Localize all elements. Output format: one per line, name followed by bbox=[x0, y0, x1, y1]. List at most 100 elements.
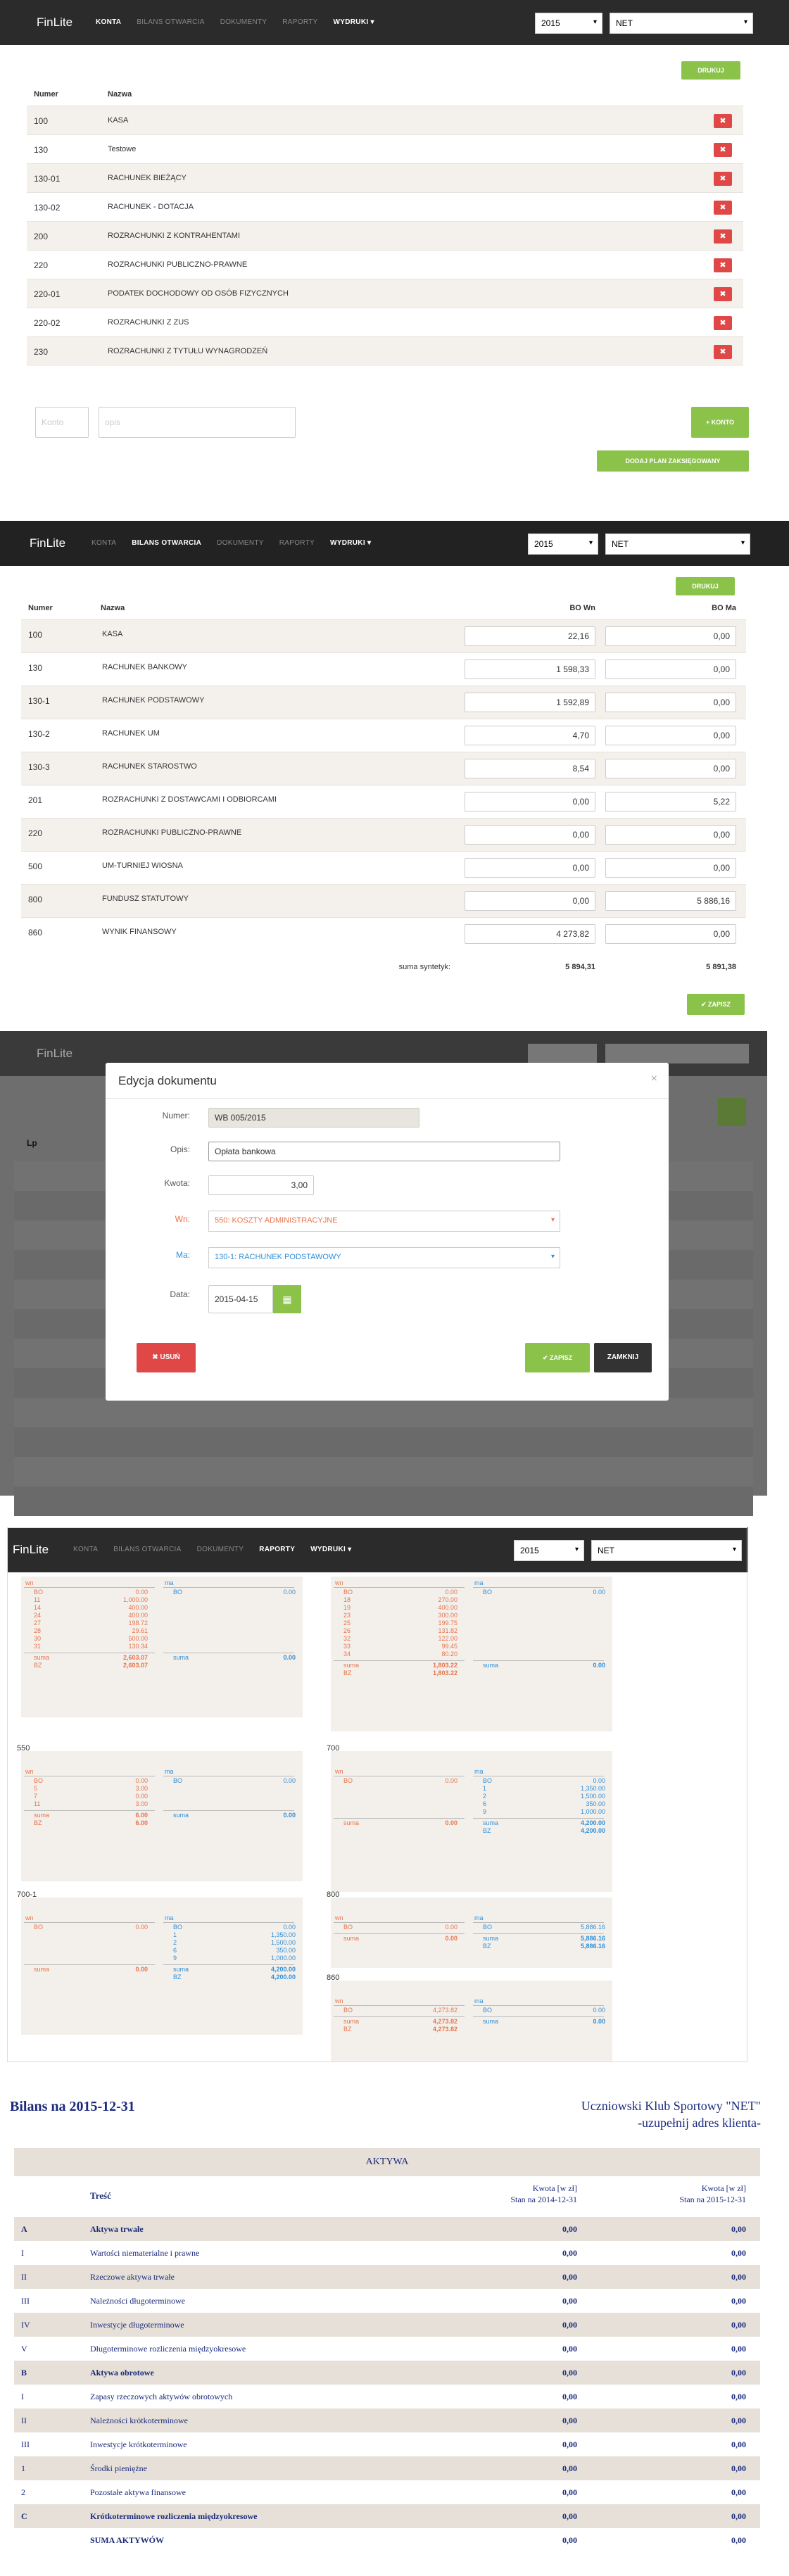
t-sum-line bbox=[334, 1660, 465, 1661]
bo-wn-input[interactable]: 0,00 bbox=[465, 858, 595, 878]
year-select[interactable]: 2015 bbox=[535, 13, 602, 34]
delete-icon[interactable]: ✖ bbox=[714, 201, 732, 215]
nav-raporty[interactable]: RAPORTY bbox=[282, 18, 317, 26]
print-button[interactable]: DRUKUJ bbox=[681, 61, 740, 80]
label-opis: Opis: bbox=[170, 1144, 190, 1154]
save-button-3[interactable]: ✔ ZAPISZ bbox=[525, 1343, 590, 1372]
ma-select[interactable]: 130-1: RACHUNEK PODSTAWOWY bbox=[208, 1247, 560, 1268]
ma-sum-value: 0.00 bbox=[283, 1654, 296, 1661]
wn-sum-label: suma bbox=[343, 1819, 360, 1826]
delete-icon[interactable]: ✖ bbox=[714, 345, 732, 359]
nav-raporty-2[interactable]: RAPORTY bbox=[279, 539, 315, 547]
opis-field[interactable]: Opłata bankowa bbox=[208, 1142, 560, 1161]
bo-wn-input[interactable]: 1 598,33 bbox=[465, 659, 595, 679]
bilans-row-2014: 0,00 bbox=[562, 2344, 577, 2354]
wn-entry-label: BO bbox=[343, 1589, 353, 1596]
delete-icon[interactable]: ✖ bbox=[714, 258, 732, 272]
t-divider bbox=[24, 1587, 155, 1588]
account-name: ROZRACHUNKI PUBLICZNO-PRAWNE bbox=[102, 828, 242, 837]
bilans-title: Bilans na 2015-12-31 bbox=[10, 2099, 135, 2114]
bo-ma-input[interactable]: 0,00 bbox=[605, 858, 736, 878]
delete-icon[interactable]: ✖ bbox=[714, 287, 732, 301]
add-plan-button[interactable]: DODAJ PLAN ZAKSIĘGOWANY bbox=[597, 450, 749, 472]
bo-wn-input[interactable]: 22,16 bbox=[465, 626, 595, 646]
nav-raporty-4[interactable]: RAPORTY bbox=[259, 1546, 295, 1553]
close-button[interactable]: ZAMKNIJ bbox=[594, 1343, 652, 1372]
year-select-4[interactable]: 2015 bbox=[514, 1540, 584, 1561]
bo-wn-input[interactable]: 4,70 bbox=[465, 726, 595, 745]
nav-wydruki-2[interactable]: WYDRUKI ▾ bbox=[330, 539, 371, 547]
nav-wydruki[interactable]: WYDRUKI ▾ bbox=[334, 18, 374, 26]
opis-input[interactable]: opis bbox=[99, 407, 296, 438]
brand-logo-4[interactable]: FinLite bbox=[13, 1543, 49, 1557]
t-divider bbox=[473, 1587, 604, 1588]
bo-wn-input[interactable]: 8,54 bbox=[465, 759, 595, 778]
edit-document-modal: Edycja dokumentu × Numer: WB 005/2015 Op… bbox=[106, 1063, 669, 1401]
delete-icon[interactable]: ✖ bbox=[714, 114, 732, 128]
nav-bilans-4[interactable]: BILANS OTWARCIA bbox=[113, 1546, 181, 1553]
bo-wn-input[interactable]: 1 592,89 bbox=[465, 693, 595, 712]
nav-wydruki-4[interactable]: WYDRUKI ▾ bbox=[310, 1546, 351, 1553]
year-select-2[interactable]: 2015 bbox=[528, 533, 598, 555]
bo-wn-input[interactable]: 4 273,82 bbox=[465, 924, 595, 944]
nav-konta-2[interactable]: KONTA bbox=[91, 539, 116, 547]
sum-ma: 5 891,38 bbox=[706, 963, 736, 971]
bo-ma-input[interactable]: 0,00 bbox=[605, 924, 736, 944]
delete-icon[interactable]: ✖ bbox=[714, 172, 732, 186]
wn-entry-label: BO bbox=[343, 2007, 353, 2014]
bo-ma-input[interactable]: 0,00 bbox=[605, 659, 736, 679]
nav-konta-4[interactable]: KONTA bbox=[73, 1546, 98, 1553]
wn-sum-value: 6.00 bbox=[135, 1812, 148, 1819]
nav-dokumenty-2[interactable]: DOKUMENTY bbox=[217, 539, 264, 547]
bo-ma-input[interactable]: 0,00 bbox=[605, 825, 736, 845]
kwota-field[interactable]: 3,00 bbox=[208, 1175, 314, 1195]
calendar-icon[interactable]: ▦ bbox=[273, 1285, 301, 1313]
brand-logo[interactable]: FinLite bbox=[37, 15, 72, 30]
bo-wn-input[interactable]: 0,00 bbox=[465, 792, 595, 812]
nav-dokumenty[interactable]: DOKUMENTY bbox=[220, 18, 267, 26]
save-button-2[interactable]: ✔ ZAPISZ bbox=[687, 994, 745, 1015]
ma-entry-label: 1 bbox=[173, 1931, 177, 1938]
konto-input[interactable]: Konto bbox=[35, 407, 89, 438]
add-konto-button[interactable]: + KONTO bbox=[691, 407, 749, 438]
bo-ma-input[interactable]: 5 886,16 bbox=[605, 891, 736, 911]
close-icon[interactable]: × bbox=[651, 1073, 657, 1085]
delete-icon[interactable]: ✖ bbox=[714, 229, 732, 244]
club-select[interactable]: NET bbox=[610, 13, 753, 34]
brand-logo-2[interactable]: FinLite bbox=[30, 536, 65, 550]
nav-dokumenty-4[interactable]: DOKUMENTY bbox=[197, 1546, 244, 1553]
delete-icon[interactable]: ✖ bbox=[714, 316, 732, 330]
club-select-4[interactable]: NET bbox=[591, 1540, 742, 1561]
ma-bz-label: BZ bbox=[173, 1974, 182, 1981]
bo-ma-input[interactable]: 0,00 bbox=[605, 726, 736, 745]
data-field[interactable]: 2015-04-15 bbox=[208, 1285, 273, 1313]
wn-sum-value: 0.00 bbox=[135, 1966, 148, 1973]
table-row: 500 UM-TURNIEJ WIOSNA 0,00 0,00 bbox=[21, 851, 746, 884]
bo-wn-input[interactable]: 0,00 bbox=[465, 825, 595, 845]
bo-ma-input[interactable]: 0,00 bbox=[605, 759, 736, 778]
club-select-2[interactable]: NET bbox=[605, 533, 750, 555]
delete-icon[interactable]: ✖ bbox=[714, 143, 732, 157]
delete-button[interactable]: ✖ USUŃ bbox=[137, 1343, 196, 1372]
print-button-2[interactable]: DRUKUJ bbox=[676, 577, 735, 595]
bilans-row-code: II bbox=[21, 2416, 27, 2425]
nav-bilans[interactable]: BILANS OTWARCIA bbox=[137, 18, 204, 26]
wn-entry-label: 19 bbox=[343, 1604, 351, 1611]
bo-wn-input[interactable]: 0,00 bbox=[465, 891, 595, 911]
bg-row bbox=[14, 1398, 753, 1427]
bo-ma-input[interactable]: 0,00 bbox=[605, 626, 736, 646]
label-wn: Wn: bbox=[175, 1214, 190, 1224]
wn-select[interactable]: 550: KOSZTY ADMINISTRACYJNE bbox=[208, 1211, 560, 1232]
bo-ma-input[interactable]: 5,22 bbox=[605, 792, 736, 812]
bo-ma-input[interactable]: 0,00 bbox=[605, 693, 736, 712]
nav-konta[interactable]: KONTA bbox=[96, 18, 121, 26]
bilans-screen: FinLite KONTA BILANS OTWARCIA DOKUMENTY … bbox=[0, 521, 789, 1028]
wn-bz-value: 4,273.82 bbox=[432, 2026, 457, 2033]
nav-bilans-2[interactable]: BILANS OTWARCIA bbox=[132, 539, 201, 547]
account-number: 220-01 bbox=[34, 289, 61, 299]
t-divider bbox=[24, 1922, 155, 1923]
table-row: 220 ROZRACHUNKI PUBLICZNO-PRAWNE ✖ bbox=[27, 250, 743, 279]
bilans-row-name: Należności krótkoterminowe bbox=[90, 2416, 188, 2425]
wn-entry-label: 28 bbox=[34, 1627, 42, 1634]
ma-entry-label: BO bbox=[483, 1589, 493, 1596]
